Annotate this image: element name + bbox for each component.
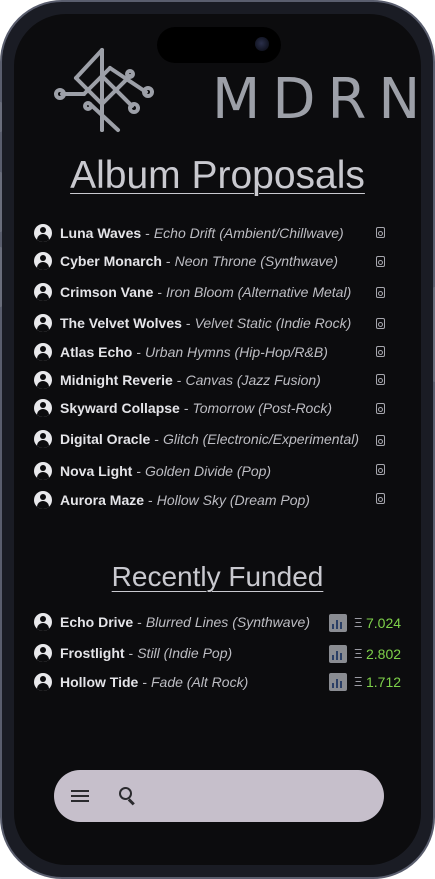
hamburger-menu-icon[interactable] bbox=[71, 790, 89, 802]
ballot-icon[interactable] bbox=[376, 346, 385, 357]
chart-icon[interactable] bbox=[329, 645, 347, 663]
user-circle-icon bbox=[34, 491, 52, 509]
ballot-icon[interactable] bbox=[376, 493, 385, 504]
separator: - bbox=[157, 284, 163, 300]
logo-mark-icon bbox=[54, 48, 154, 132]
album-title: Fade (Alt Rock) bbox=[150, 674, 249, 690]
album-title: Echo Drift (Ambient/Chillwave) bbox=[153, 225, 344, 241]
proposal-row[interactable]: Crimson Vane - Iron Bloom (Alternative M… bbox=[34, 282, 414, 302]
artist-name: Cyber Monarch bbox=[60, 253, 162, 269]
bottom-nav-bar bbox=[54, 770, 384, 822]
artist-name: Frostlight bbox=[60, 645, 125, 661]
artist-name: Digital Oracle bbox=[60, 431, 151, 447]
user-circle-icon bbox=[34, 644, 52, 662]
chart-icon[interactable] bbox=[329, 614, 347, 632]
volume-down-button bbox=[0, 247, 2, 307]
separator: - bbox=[128, 645, 134, 661]
ballot-icon[interactable] bbox=[376, 318, 385, 329]
user-circle-icon bbox=[34, 673, 52, 691]
proposal-row[interactable]: Skyward Collapse - Tomorrow (Post-Rock) bbox=[34, 398, 414, 418]
artist-name: The Velvet Wolves bbox=[60, 315, 182, 331]
separator: - bbox=[136, 344, 142, 360]
proposal-row[interactable]: Luna Waves - Echo Drift (Ambient/Chillwa… bbox=[34, 223, 414, 243]
separator: - bbox=[136, 463, 142, 479]
artist-name: Aurora Maze bbox=[60, 492, 145, 508]
user-circle-icon bbox=[34, 224, 52, 242]
user-circle-icon bbox=[34, 462, 52, 480]
ballot-icon[interactable] bbox=[376, 403, 385, 414]
separator: - bbox=[137, 614, 142, 630]
proposal-row[interactable]: The Velvet Wolves - Velvet Static (Indie… bbox=[34, 313, 414, 333]
eth-symbol: Ξ bbox=[354, 646, 363, 661]
separator: - bbox=[148, 492, 153, 508]
separator: - bbox=[154, 431, 159, 447]
album-title: Golden Divide (Pop) bbox=[145, 463, 272, 479]
funded-amount: 2.802 bbox=[366, 646, 402, 662]
user-circle-icon bbox=[34, 314, 52, 332]
proposal-row[interactable]: Digital Oracle - Glitch (Electronic/Expe… bbox=[34, 429, 414, 449]
artist-name: Skyward Collapse bbox=[60, 400, 180, 416]
ballot-icon[interactable] bbox=[376, 374, 385, 385]
artist-name: Luna Waves bbox=[60, 225, 142, 241]
album-title: Neon Throne (Synthwave) bbox=[174, 253, 339, 269]
eth-symbol: Ξ bbox=[354, 615, 363, 630]
separator: - bbox=[176, 372, 182, 388]
separator: - bbox=[185, 315, 191, 331]
album-title: Urban Hymns (Hip-Hop/R&B) bbox=[145, 344, 328, 360]
album-title: Velvet Static (Indie Rock) bbox=[194, 315, 352, 331]
album-title: Blurred Lines (Synthwave) bbox=[145, 614, 310, 630]
user-circle-icon bbox=[34, 613, 52, 631]
ballot-icon[interactable] bbox=[376, 464, 385, 475]
user-circle-icon bbox=[34, 283, 52, 301]
separator: - bbox=[183, 400, 189, 416]
album-proposals-heading: Album Proposals bbox=[70, 154, 365, 197]
separator: - bbox=[142, 674, 147, 690]
eth-symbol: Ξ bbox=[354, 674, 363, 689]
album-title: Hollow Sky (Dream Pop) bbox=[156, 492, 310, 508]
funded-amount: 7.024 bbox=[366, 615, 402, 631]
phone-frame: MDRN Album Proposals Luna Waves - Echo D… bbox=[0, 0, 435, 879]
user-circle-icon bbox=[34, 343, 52, 361]
separator: - bbox=[145, 225, 150, 241]
separator: - bbox=[165, 253, 171, 269]
album-title: Glitch (Electronic/Experimental) bbox=[162, 431, 359, 447]
search-icon[interactable] bbox=[119, 787, 137, 806]
ballot-icon[interactable] bbox=[376, 435, 385, 446]
app-logo: MDRN bbox=[54, 44, 420, 136]
chart-icon[interactable] bbox=[329, 673, 347, 691]
user-circle-icon bbox=[34, 399, 52, 417]
proposal-row[interactable]: Midnight Reverie - Canvas (Jazz Fusion) bbox=[34, 370, 414, 390]
volume-up-button bbox=[0, 172, 2, 232]
artist-name: Crimson Vane bbox=[60, 284, 154, 300]
proposal-row[interactable]: Cyber Monarch - Neon Throne (Synthwave) bbox=[34, 251, 414, 271]
user-circle-icon bbox=[34, 430, 52, 448]
user-circle-icon bbox=[34, 371, 52, 389]
proposal-row[interactable]: Atlas Echo - Urban Hymns (Hip-Hop/R&B) bbox=[34, 342, 414, 362]
artist-name: Midnight Reverie bbox=[60, 372, 173, 388]
ballot-icon[interactable] bbox=[376, 256, 385, 267]
album-title: Iron Bloom (Alternative Metal) bbox=[166, 284, 352, 300]
ballot-icon[interactable] bbox=[376, 287, 385, 298]
funded-amount: 1.712 bbox=[366, 674, 402, 690]
recently-funded-heading: Recently Funded bbox=[111, 561, 324, 592]
artist-name: Hollow Tide bbox=[60, 674, 139, 690]
album-title: Canvas (Jazz Fusion) bbox=[185, 372, 321, 388]
artist-name: Nova Light bbox=[60, 463, 133, 479]
artist-name: Atlas Echo bbox=[60, 344, 133, 360]
album-title: Tomorrow (Post-Rock) bbox=[192, 400, 333, 416]
action-button bbox=[0, 102, 2, 132]
artist-name: Echo Drive bbox=[60, 614, 134, 630]
user-circle-icon bbox=[34, 252, 52, 270]
proposal-row[interactable]: Aurora Maze - Hollow Sky (Dream Pop) bbox=[34, 490, 414, 510]
album-title: Still (Indie Pop) bbox=[137, 645, 233, 661]
logo-wordmark: MDRN bbox=[212, 67, 421, 132]
app-screen: MDRN Album Proposals Luna Waves - Echo D… bbox=[14, 14, 421, 865]
ballot-icon[interactable] bbox=[376, 227, 385, 238]
proposal-row[interactable]: Nova Light - Golden Divide (Pop) bbox=[34, 461, 414, 481]
